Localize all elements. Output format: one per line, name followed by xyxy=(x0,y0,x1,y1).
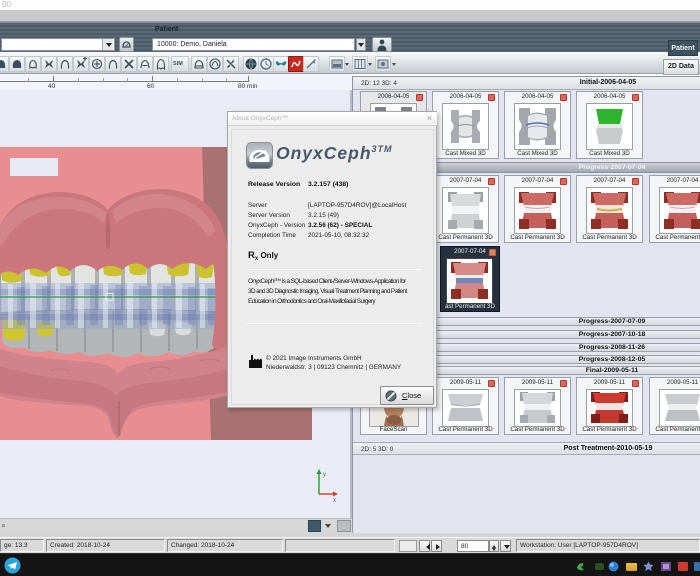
svg-text:y: y xyxy=(323,472,326,478)
svg-text:x: x xyxy=(333,498,336,502)
